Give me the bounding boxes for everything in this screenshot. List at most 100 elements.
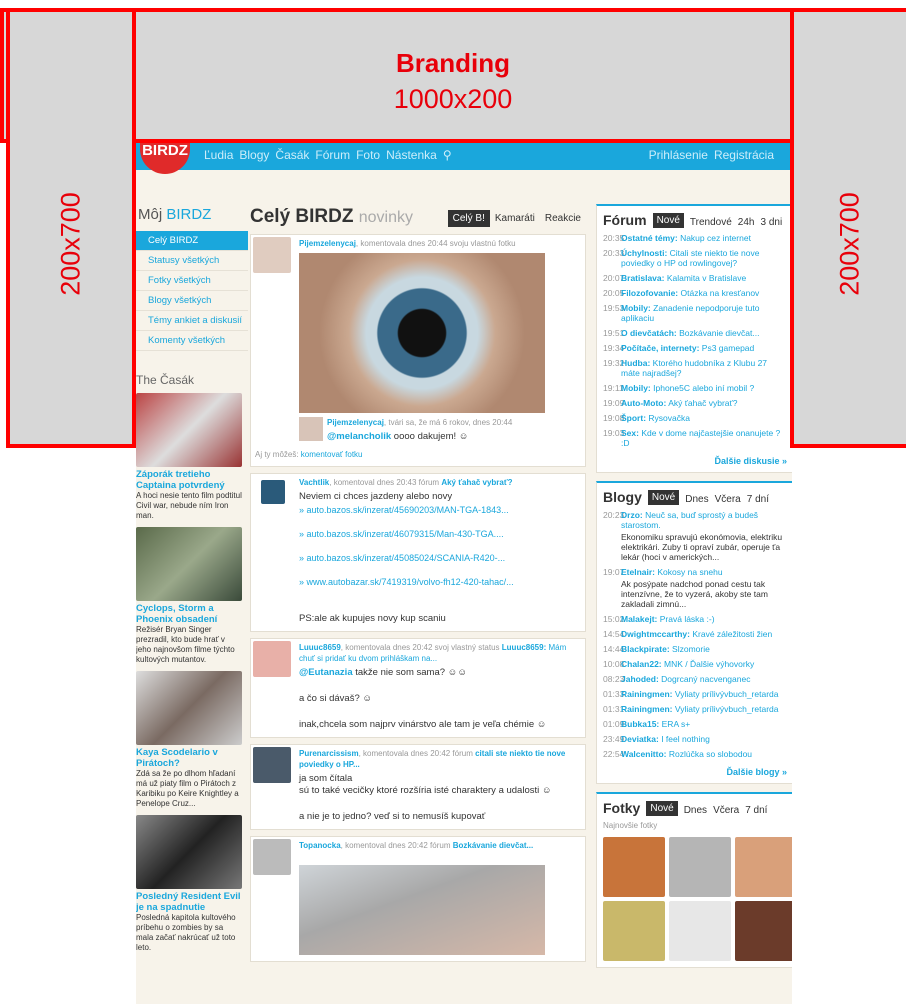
item-title[interactable]: Nakup cez internet	[680, 233, 751, 243]
casak-article[interactable]: Kaya Scodelario v Pirátoch? Zdá sa že po…	[136, 671, 242, 809]
item-category[interactable]: Auto-Moto:	[621, 398, 666, 408]
photo-thumbnail[interactable]	[603, 837, 665, 897]
item-category[interactable]: Dwightmccarthy:	[621, 629, 690, 639]
item-title[interactable]: Slzomorie	[672, 644, 710, 654]
post-topic-link[interactable]: Luuuc8659:	[502, 643, 546, 652]
item-category[interactable]: Hudba:	[621, 358, 650, 368]
item-title[interactable]: Rozlúčka so slobodou	[669, 749, 752, 759]
casak-article[interactable]: Posledný Resident Evil je na spadnutie P…	[136, 815, 242, 953]
item-title[interactable]: Kravé záležitosti žien	[692, 629, 772, 639]
item-title[interactable]: Kalamita v Bratislave	[667, 273, 746, 283]
item-category[interactable]: Filozofovanie:	[621, 288, 678, 298]
item-title[interactable]: MNK / Ďalšie výhovorky	[664, 659, 754, 669]
article-title[interactable]: Kaya Scodelario v Pirátoch?	[136, 747, 242, 769]
article-thumbnail[interactable]	[136, 393, 242, 467]
search-icon[interactable]: ⚲	[443, 148, 452, 162]
article-thumbnail[interactable]	[136, 815, 242, 889]
post-author[interactable]: Vachtlik	[299, 478, 329, 487]
article-thumbnail[interactable]	[136, 671, 242, 745]
item-category[interactable]: O dievčatách:	[621, 328, 677, 338]
photo-thumbnail[interactable]	[669, 901, 731, 961]
menu-item-blogy[interactable]: Blogy všetkých	[136, 291, 248, 311]
item-title[interactable]: Iphone5C alebo iní mobil ?	[653, 383, 754, 393]
post-link[interactable]: » auto.bazos.sk/inzerat/45690203/MAN-TGA…	[299, 505, 581, 515]
item-title[interactable]: I feel nothing	[661, 734, 710, 744]
post-topic-link[interactable]: Aký ťahač vybrať?	[441, 478, 512, 487]
left-skyscraper-ad[interactable]: 200x700	[6, 8, 136, 448]
item-title[interactable]: Bozkávanie dievčat...	[679, 328, 759, 338]
item-title[interactable]: Kde v dome najčastejšie onanujete ? :D	[621, 428, 780, 448]
mention-link[interactable]: @melancholik	[327, 431, 391, 442]
item-category[interactable]: Sex:	[621, 428, 639, 438]
casak-article[interactable]: Záporák tretieho Captaina potvrdený A ho…	[136, 393, 242, 521]
tab-nove[interactable]: Nové	[647, 490, 680, 505]
eye-photo[interactable]	[299, 253, 545, 413]
item-title[interactable]: ERA s+	[662, 719, 691, 729]
item-title[interactable]: Otázka na kresťanov	[681, 288, 760, 298]
item-category[interactable]: Rainingmen:	[621, 689, 672, 699]
nav-link-nastenka[interactable]: Nástenka	[386, 148, 437, 162]
item-category[interactable]: Šport:	[621, 413, 646, 423]
avatar[interactable]	[261, 480, 285, 504]
tab-kamarati[interactable]: Kamaráti	[490, 210, 540, 227]
item-title[interactable]: Kokosy na snehu	[657, 567, 722, 577]
item-category[interactable]: Bratislava:	[621, 273, 664, 283]
tab-vcera[interactable]: Včera	[713, 805, 739, 816]
avatar[interactable]	[253, 237, 291, 273]
tab-dnes[interactable]: Dnes	[684, 805, 707, 816]
tab-cely[interactable]: Celý B!	[447, 210, 490, 227]
item-category[interactable]: Chalan22:	[621, 659, 662, 669]
tab-3dni[interactable]: 3 dni	[760, 217, 782, 228]
menu-item-fotky[interactable]: Fotky všetkých	[136, 271, 248, 291]
photo-thumbnail[interactable]	[735, 901, 792, 961]
photo-thumbnail[interactable]	[669, 837, 731, 897]
login-link[interactable]: Prihlásenie	[649, 148, 708, 162]
post-link[interactable]: » auto.bazos.sk/inzerat/45085024/SCANIA-…	[299, 553, 581, 563]
item-category[interactable]: Rainingmen:	[621, 704, 672, 714]
tab-nove[interactable]: Nové	[646, 801, 678, 816]
mention-link[interactable]: @Eutanazia	[299, 667, 353, 678]
avatar[interactable]	[253, 839, 291, 875]
item-title[interactable]: Rysovačka	[648, 413, 690, 423]
item-category[interactable]: Drzo:	[621, 510, 643, 520]
item-category[interactable]: Mobily:	[621, 303, 651, 313]
item-title[interactable]: Dogrcaný nacvenganec	[661, 674, 750, 684]
avatar[interactable]	[299, 417, 323, 441]
tab-7dni[interactable]: 7 dní	[747, 494, 769, 505]
item-category[interactable]: Blackpirate:	[621, 644, 670, 654]
avatar[interactable]	[253, 641, 291, 677]
nav-link-foto[interactable]: Foto	[356, 148, 380, 162]
tab-24h[interactable]: 24h	[738, 217, 755, 228]
menu-item-temy[interactable]: Témy ankiet a diskusií	[136, 311, 248, 331]
tab-vcera[interactable]: Včera	[715, 494, 741, 505]
photo-thumbnail[interactable]	[735, 837, 792, 897]
casak-article[interactable]: Cyclops, Storm a Phoenix obsadení Režisé…	[136, 527, 242, 665]
nav-link-forum[interactable]: Fórum	[315, 148, 350, 162]
post-link[interactable]: » www.autobazar.sk/7419319/volvo-fh12-42…	[299, 577, 581, 587]
article-title[interactable]: Záporák tretieho Captaina potvrdený	[136, 469, 242, 491]
more-discussions-link[interactable]: Ďalšie diskusie »	[603, 456, 787, 466]
nav-link-blogy[interactable]: Blogy	[239, 148, 269, 162]
post-author[interactable]: Pijemzelenycaj	[299, 239, 356, 248]
item-title[interactable]: Vyliaty prílivývbuch_retarda	[675, 704, 779, 714]
post-topic-link[interactable]: Bozkávanie dievčat...	[453, 841, 533, 850]
article-thumbnail[interactable]	[136, 527, 242, 601]
post-author[interactable]: Purenarcissism	[299, 749, 359, 758]
right-skyscraper-ad[interactable]: 200x700	[790, 8, 906, 448]
item-category[interactable]: Mobily:	[621, 383, 651, 393]
item-category[interactable]: Jahoded:	[621, 674, 659, 684]
more-blogs-link[interactable]: Ďalšie blogy »	[603, 767, 787, 777]
nav-link-ludia[interactable]: Ľudia	[204, 148, 233, 162]
item-category[interactable]: Počítače, internety:	[621, 343, 699, 353]
item-category[interactable]: Úchylnosti:	[621, 248, 667, 258]
birdz-logo[interactable]: BIRDZ	[140, 140, 190, 174]
item-category[interactable]: Ostatné témy:	[621, 233, 678, 243]
post-link[interactable]: » auto.bazos.sk/inzerat/46079315/Man-430…	[299, 529, 581, 539]
item-category[interactable]: Malakejt:	[621, 614, 657, 624]
menu-item-cely-birdz[interactable]: Celý BIRDZ	[136, 231, 248, 251]
tab-trendove[interactable]: Trendové	[690, 217, 732, 228]
register-link[interactable]: Registrácia	[714, 148, 774, 162]
tab-dnes[interactable]: Dnes	[685, 494, 708, 505]
menu-item-statusy[interactable]: Statusy všetkých	[136, 251, 248, 271]
item-category[interactable]: Etelnair:	[621, 567, 655, 577]
